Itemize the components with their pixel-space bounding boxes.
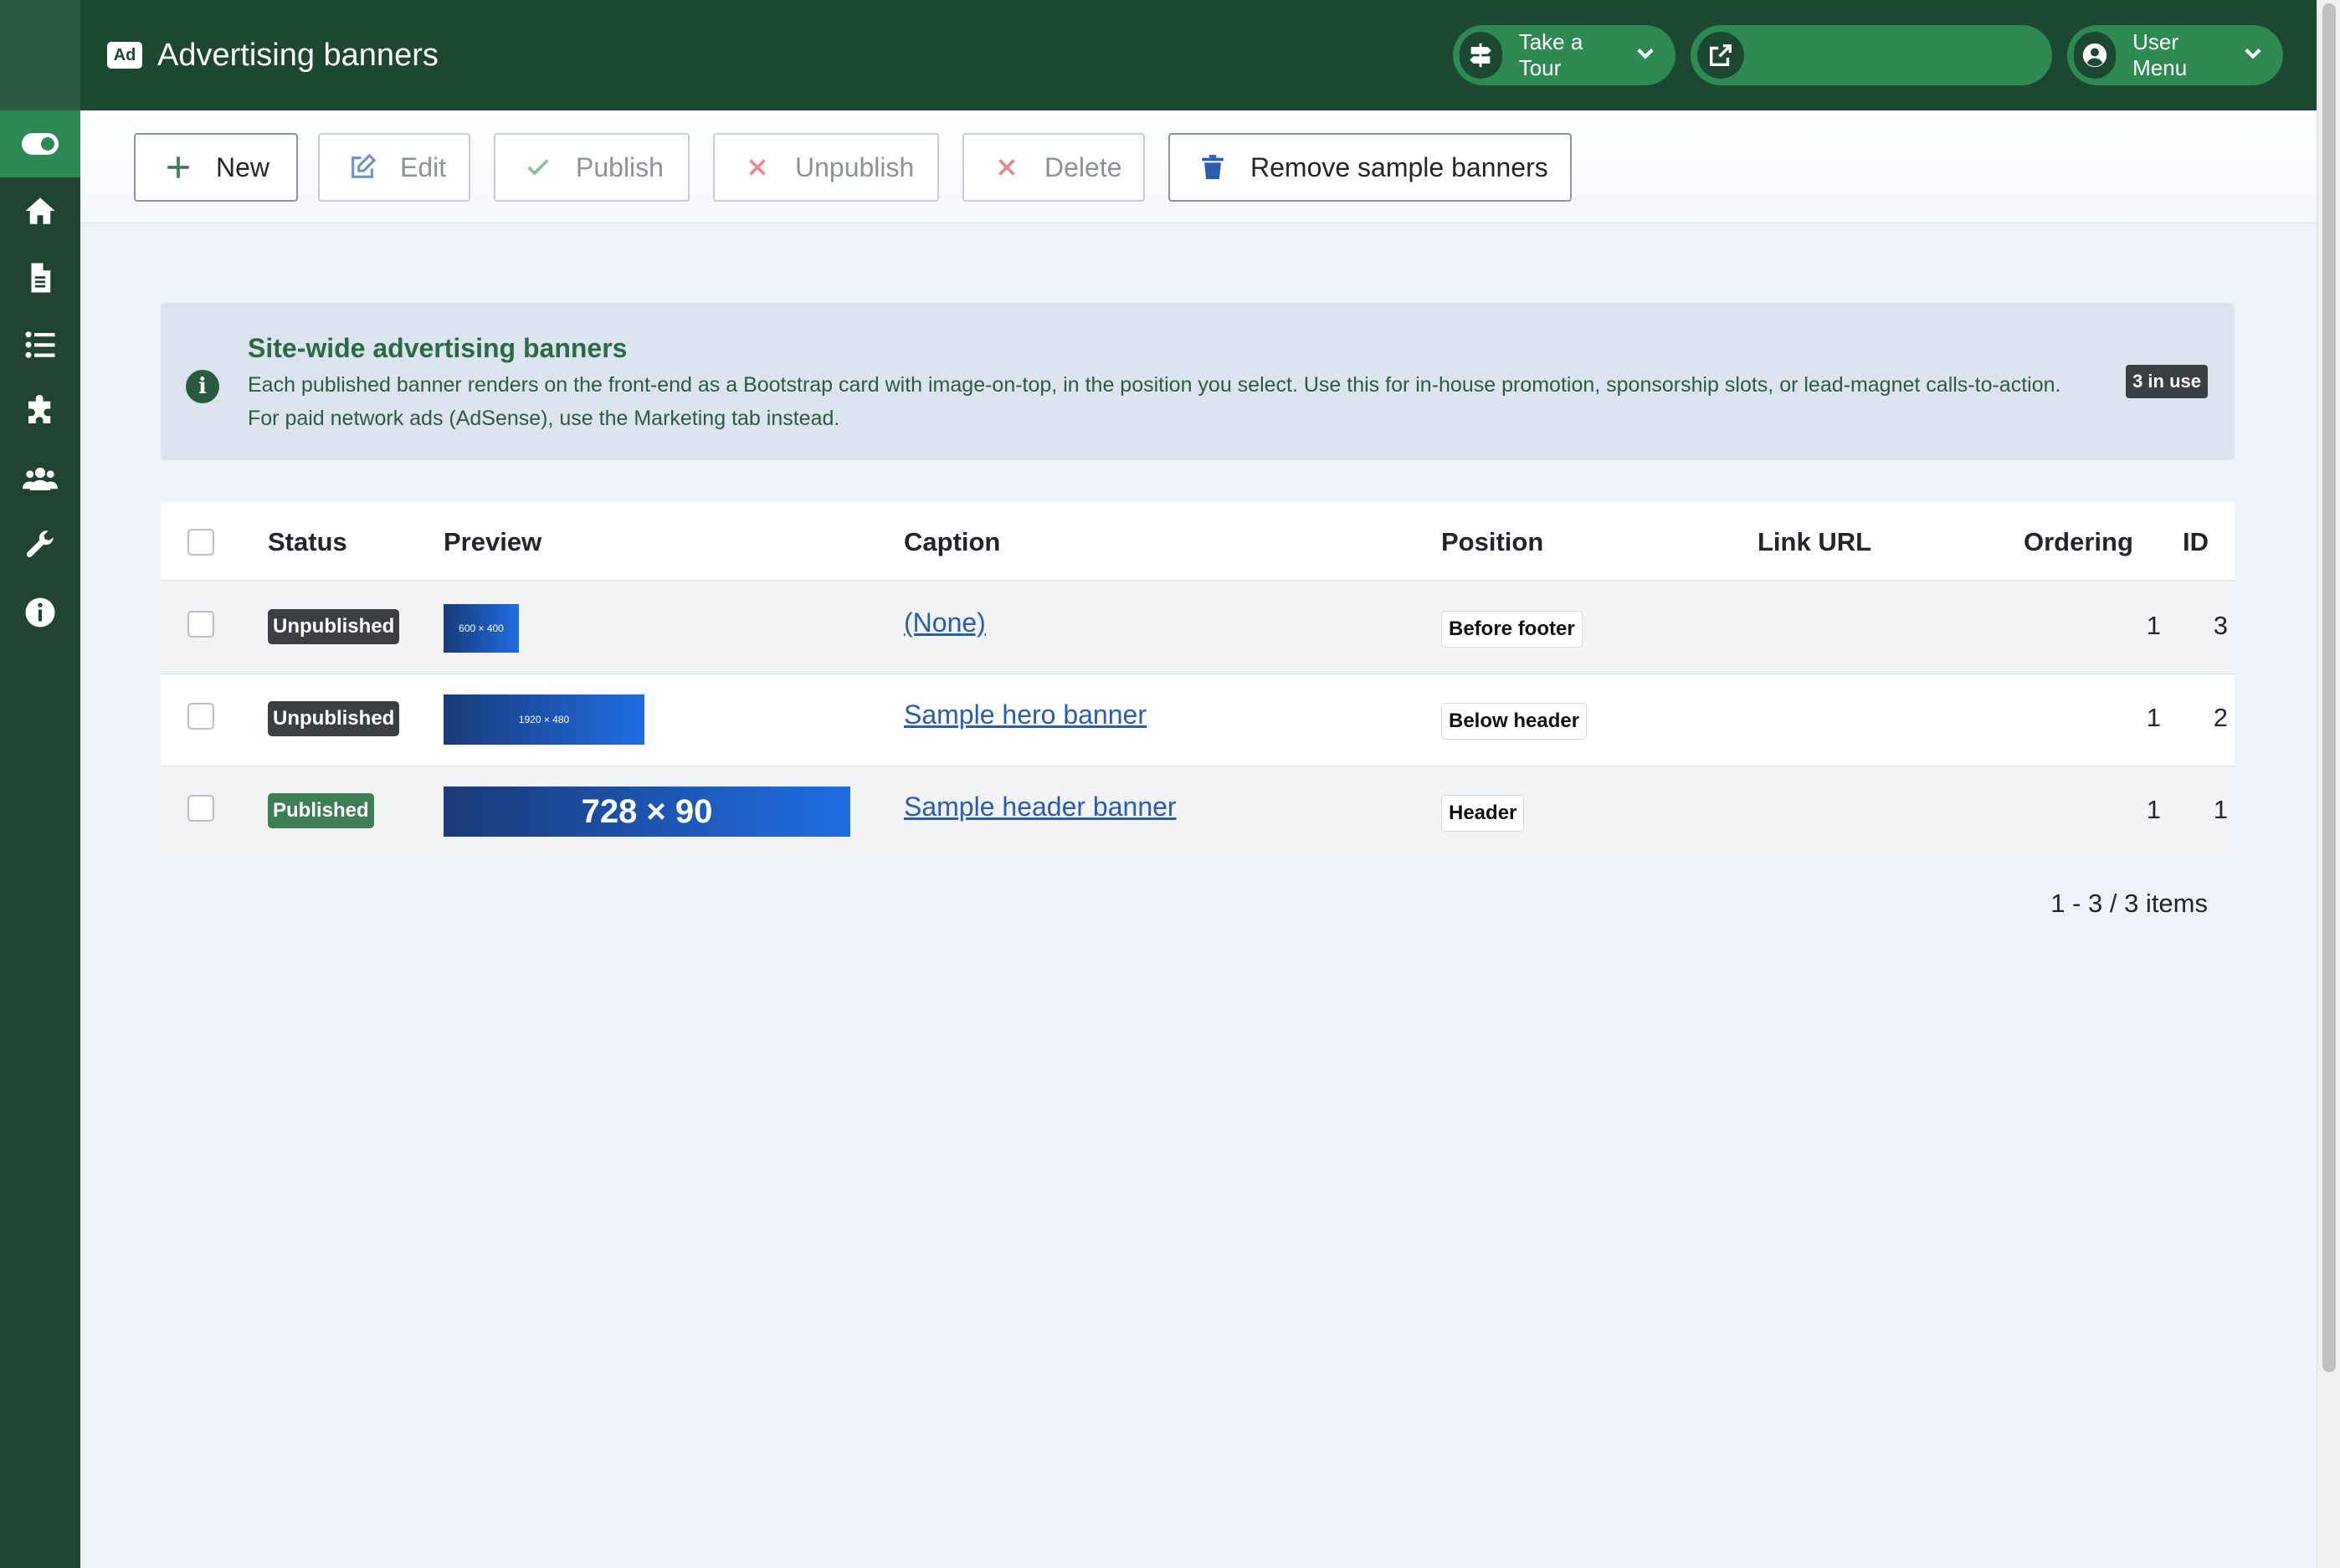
plus-icon: [164, 153, 192, 182]
column-header-caption[interactable]: Caption: [904, 527, 1000, 557]
column-header-ordering[interactable]: Ordering: [2024, 527, 2133, 557]
row-checkbox[interactable]: [187, 795, 214, 822]
x-icon: [743, 153, 772, 182]
status-badge[interactable]: Published: [268, 793, 374, 828]
toggle-menu-icon: [22, 133, 59, 155]
in-use-badge: 3 in use: [2126, 365, 2208, 398]
banner-preview: 1920 × 480: [444, 694, 644, 745]
alert-note: For paid network ads (AdSense), use the …: [248, 407, 840, 430]
id-value: 3: [2213, 611, 2228, 640]
ordering-value: 1: [2146, 795, 2161, 824]
remove-sample-banners-label: Remove sample banners: [1250, 151, 1548, 182]
table-row: Unpublished 1920 × 480 Sample hero banne…: [161, 674, 2235, 766]
status-badge[interactable]: Unpublished: [268, 609, 400, 644]
delete-button-label: Delete: [1044, 151, 1122, 182]
info-icon: i: [186, 370, 219, 403]
page-scrollbar[interactable]: [2317, 0, 2340, 1568]
new-button[interactable]: New: [134, 133, 298, 202]
toolbar: New Edit Publish Unpublish Delete Remove…: [80, 110, 2317, 223]
content-icon: [31, 263, 51, 293]
sidebar-item-toggle[interactable]: [0, 110, 80, 177]
ordering-value: 1: [2146, 703, 2161, 732]
view-site-button[interactable]: [1691, 25, 2052, 85]
chevron-down-icon: [2241, 41, 2265, 70]
pagination-summary: 1 - 3 / 3 items: [2050, 889, 2208, 918]
ad-icon: Ad: [107, 42, 142, 69]
unpublish-button-label: Unpublish: [795, 151, 915, 182]
sidebar-item-users[interactable]: [0, 445, 80, 512]
unpublish-button[interactable]: Unpublish: [713, 133, 939, 202]
sidebar-item-extensions[interactable]: [0, 378, 80, 445]
trash-icon: [1198, 153, 1227, 182]
delete-button[interactable]: Delete: [962, 133, 1145, 202]
caption-link[interactable]: Sample hero banner: [904, 699, 1147, 730]
column-header-preview: Preview: [444, 527, 542, 556]
edit-icon: [348, 153, 377, 182]
take-a-tour-button[interactable]: Take a Tour: [1453, 25, 1675, 85]
banner-preview: 600 × 400: [444, 604, 519, 653]
help-icon: [25, 597, 55, 628]
row-checkbox[interactable]: [187, 611, 214, 638]
id-value: 2: [2213, 703, 2228, 732]
menus-icon: [25, 331, 55, 358]
table-row: Published 728 × 90 Sample header banner …: [161, 766, 2235, 858]
position-badge: Header: [1441, 795, 1525, 832]
extensions-icon: [28, 394, 51, 423]
users-icon: [23, 467, 58, 490]
edit-button-label: Edit: [400, 151, 447, 182]
signpost-icon: [1460, 32, 1502, 79]
sidebar: [0, 0, 80, 1568]
edit-button[interactable]: Edit: [318, 133, 470, 202]
sidebar-item-menus[interactable]: [0, 311, 80, 378]
user-menu-label: User Menu: [2132, 29, 2188, 80]
caption-link[interactable]: Sample header banner: [904, 792, 1177, 822]
info-alert: i Site-wide advertising banners Each pub…: [161, 303, 2235, 460]
column-header-position[interactable]: Position: [1441, 527, 1543, 557]
chevron-down-icon: [1634, 41, 1657, 70]
position-badge: Below header: [1441, 703, 1588, 740]
new-button-label: New: [216, 151, 270, 182]
x-icon: [993, 153, 1021, 182]
table-row: Unpublished 600 × 400 (None) Before foot…: [161, 582, 2235, 674]
user-avatar-icon: [2074, 32, 2117, 79]
row-checkbox[interactable]: [187, 703, 214, 730]
brand-logo-area: [0, 0, 80, 110]
page-title: Advertising banners: [157, 37, 439, 73]
external-link-icon: [1697, 32, 1744, 79]
position-badge: Before footer: [1441, 611, 1583, 648]
column-header-link-url: Link URL: [1758, 527, 1872, 556]
take-a-tour-label: Take a Tour: [1518, 29, 1583, 80]
alert-title: Site-wide advertising banners: [248, 333, 628, 363]
banner-preview: 728 × 90: [444, 787, 850, 837]
home-icon: [25, 197, 55, 224]
sidebar-item-home[interactable]: [0, 177, 80, 244]
app-header: Ad Advertising banners Take a Tour User …: [80, 0, 2317, 110]
system-icon: [26, 530, 54, 557]
id-value: 1: [2213, 795, 2228, 824]
column-header-status[interactable]: Status: [268, 527, 347, 557]
banners-table: Status Preview Caption Position Link URL…: [161, 502, 2235, 858]
caption-link[interactable]: (None): [904, 607, 986, 638]
publish-button-label: Publish: [576, 151, 664, 182]
remove-sample-banners-button[interactable]: Remove sample banners: [1168, 133, 1572, 202]
scrollbar-thumb[interactable]: [2322, 3, 2336, 1372]
ordering-value: 1: [2146, 611, 2161, 640]
check-icon: [524, 153, 552, 182]
publish-button[interactable]: Publish: [494, 133, 690, 202]
select-all-checkbox[interactable]: [187, 529, 214, 556]
alert-description: Each published banner renders on the fro…: [248, 373, 2061, 397]
table-header: Status Preview Caption Position Link URL…: [161, 502, 2235, 582]
status-badge[interactable]: Unpublished: [268, 701, 400, 736]
sidebar-item-system[interactable]: [0, 512, 80, 579]
sidebar-item-content[interactable]: [0, 244, 80, 311]
sidebar-item-help[interactable]: [0, 579, 80, 646]
column-header-id[interactable]: ID: [2183, 527, 2209, 557]
user-menu-button[interactable]: User Menu: [2067, 25, 2283, 85]
